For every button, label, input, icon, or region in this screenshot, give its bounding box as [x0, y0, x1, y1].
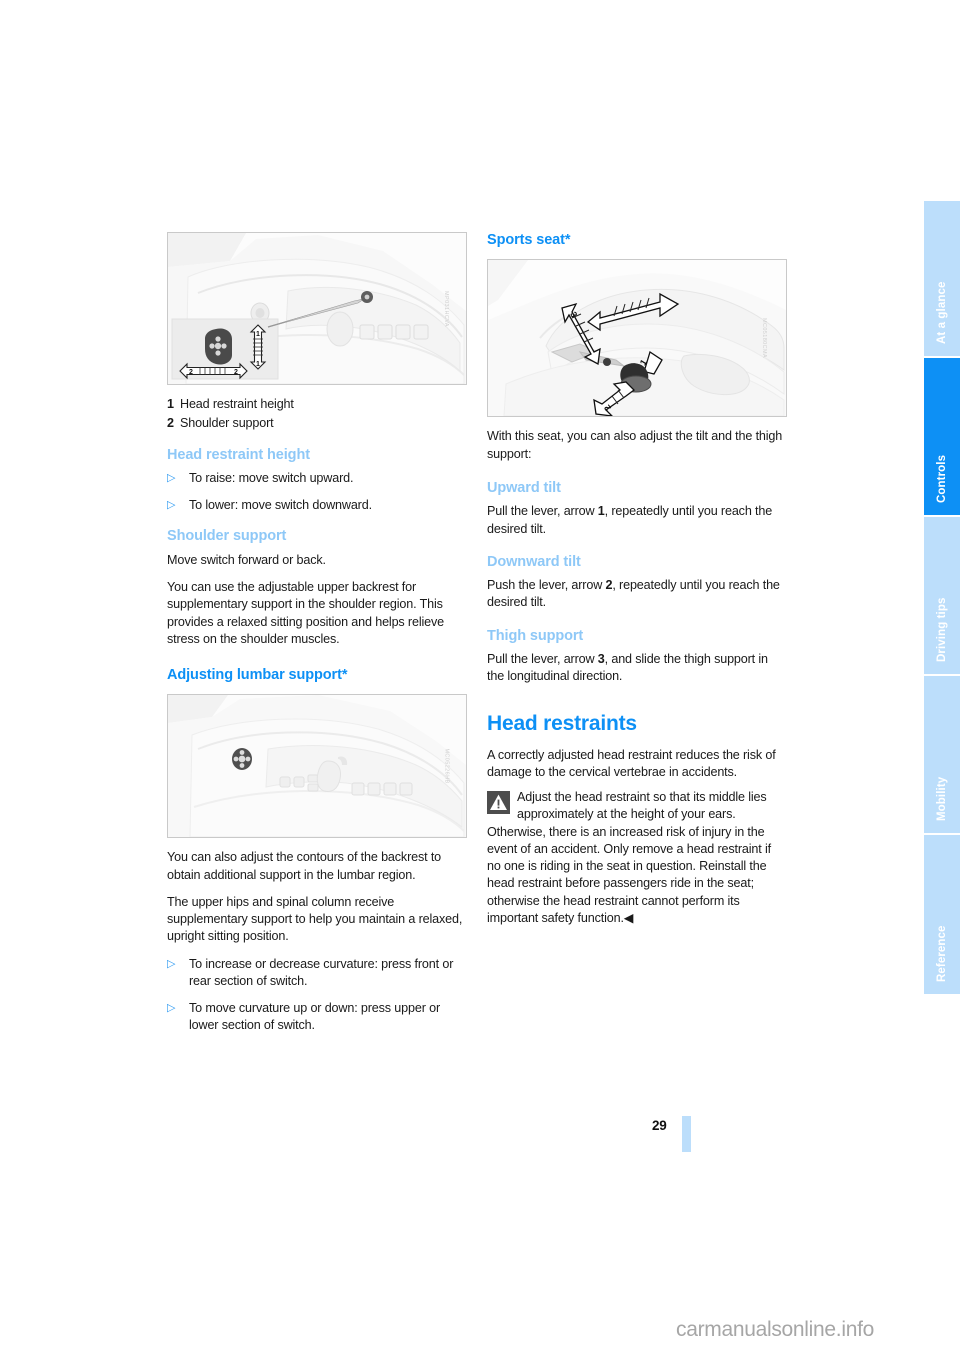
head-restraints-intro: A correctly adjusted head restraint redu…: [487, 747, 776, 779]
sidebar-tab-mobility[interactable]: Mobility: [924, 676, 960, 835]
legend-number: 1: [167, 397, 174, 411]
warning-block: Adjust the head restraint so that its mi…: [487, 789, 787, 927]
thigh-support-text-before: Pull the lever, arrow: [487, 652, 598, 667]
warning-text: Adjust the head restraint so that its mi…: [487, 790, 771, 925]
sports-seat-intro: With this seat, you can also adjust the …: [487, 429, 783, 461]
page-number: 29: [652, 1118, 667, 1133]
figure-code: MC05226HB: [443, 748, 450, 784]
sidebar-tab-label: At a glance: [936, 281, 948, 344]
heading-adjusting-lumbar-support: Adjusting lumbar support*: [167, 667, 348, 684]
thigh-support-text: Pull the lever, arrow 3, and slide the t…: [487, 651, 787, 686]
figure-seat-switch: 1 1 2 2 MP031HCVA: [167, 232, 467, 385]
triangle-bullet-icon: ▷: [167, 471, 176, 484]
figure-sports-seat: 3 1 2 MC05180CMA: [487, 259, 787, 418]
triangle-bullet-icon: ▷: [167, 499, 176, 512]
heading-shoulder-support: Shoulder support: [167, 528, 287, 545]
downward-tilt-text-before: Push the lever, arrow: [487, 578, 606, 593]
seat-switch-illustration: 1 1 2 2: [168, 233, 466, 384]
warning-triangle-icon: [487, 791, 510, 815]
svg-text:2: 2: [189, 369, 193, 376]
bullet-text: To increase or decrease curvature: press…: [189, 956, 454, 988]
sidebar-tab-reference[interactable]: Reference: [924, 835, 960, 994]
figure-lumbar-support: MC05226HB: [167, 694, 467, 839]
upward-tilt-text-before: Pull the lever, arrow: [487, 504, 598, 519]
sidebar-tab-label: Driving tips: [936, 597, 948, 662]
legend-text: Shoulder support: [180, 416, 274, 431]
manual-page: 1 1 2 2 MP031HCVA 1 Head restraint heigh…: [0, 0, 960, 1358]
section-tabs-sidebar: At a glance Controls Driving tips Mobili…: [924, 201, 960, 994]
heading-head-restraints: Head restraints: [487, 711, 637, 735]
legend-item: 1 Head restraint height: [167, 396, 467, 413]
sidebar-tab-label: Controls: [936, 454, 948, 503]
sidebar-tab-at-a-glance[interactable]: At a glance: [924, 201, 960, 358]
shoulder-support-paragraph-2: You can use the adjustable upper backres…: [167, 580, 444, 646]
sidebar-tab-label: Mobility: [936, 776, 948, 821]
heading-thigh-support: Thigh support: [487, 627, 584, 644]
sidebar-tab-label: Reference: [936, 925, 948, 982]
svg-text:1: 1: [256, 331, 260, 338]
bullet-item: ▷ To increase or decrease curvature: pre…: [167, 956, 467, 991]
lumbar-paragraph-2: The upper hips and spinal column receive…: [167, 894, 463, 944]
shoulder-support-paragraph-1: Move switch forward or back.: [167, 552, 326, 567]
legend-number: 2: [167, 416, 174, 431]
figure-legend: 1 Head restraint height 2 Shoulder suppo…: [167, 396, 467, 433]
bullet-text: To raise: move switch upward.: [189, 470, 354, 485]
site-watermark: carmanualsonline.info: [676, 1318, 874, 1341]
right-column: Sports seat* 3 1 2 MC05180CMA With this …: [487, 232, 787, 927]
bullet-item: ▷ To move curvature up or down: press up…: [167, 1000, 467, 1035]
legend-text: Head restraint height: [180, 397, 294, 411]
lumbar-paragraph-1: You can also adjust the contours of the …: [167, 850, 442, 882]
bullet-text: To move curvature up or down: press uppe…: [189, 1001, 440, 1033]
thigh-support-arrow-number: 3: [597, 652, 605, 667]
heading-head-restraint-height: Head restraint height: [167, 446, 310, 463]
legend-item: 2 Shoulder support: [167, 415, 467, 432]
heading-downward-tilt: Downward tilt: [487, 553, 581, 570]
bullet-item: ▷ To lower: move switch downward.: [167, 497, 467, 514]
lumbar-support-illustration: [168, 695, 466, 838]
bullet-text: To lower: move switch downward.: [189, 498, 372, 513]
upward-tilt-arrow-number: 1: [597, 504, 605, 519]
downward-tilt-text: Push the lever, arrow 2, repeatedly unti…: [487, 577, 787, 612]
left-column: 1 1 2 2 MP031HCVA 1 Head restraint heigh…: [167, 232, 467, 1045]
figure-code: MC05180CMA: [760, 318, 767, 359]
sidebar-tab-driving-tips[interactable]: Driving tips: [924, 517, 960, 676]
heading-upward-tilt: Upward tilt: [487, 479, 561, 496]
triangle-bullet-icon: ▷: [167, 957, 176, 970]
page-number-marker-bar: [682, 1116, 691, 1152]
heading-sports-seat: Sports seat*: [487, 232, 571, 248]
svg-text:1: 1: [256, 361, 260, 368]
upward-tilt-text: Pull the lever, arrow 1, repeatedly unti…: [487, 503, 787, 538]
sports-seat-illustration: 3 1 2: [488, 260, 786, 417]
figure-code: MP031HCVA: [443, 290, 450, 327]
triangle-bullet-icon: ▷: [167, 1002, 176, 1015]
svg-text:2: 2: [234, 369, 238, 376]
sidebar-tab-controls[interactable]: Controls: [924, 358, 960, 517]
bullet-item: ▷ To raise: move switch upward.: [167, 470, 467, 487]
